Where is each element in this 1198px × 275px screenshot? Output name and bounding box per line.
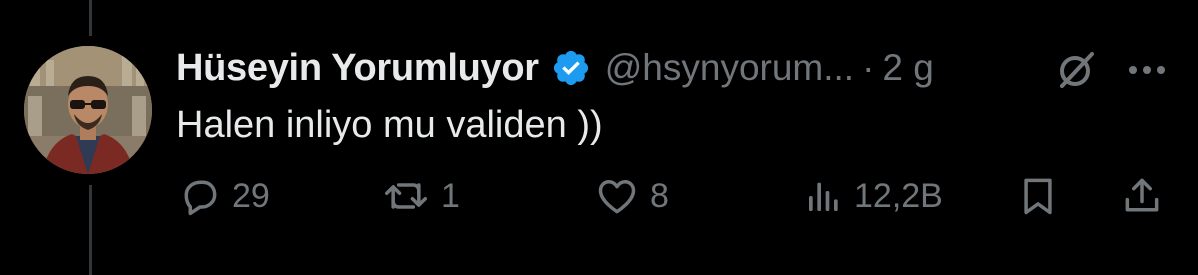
share-icon [1120,174,1164,218]
separator-dot: · [862,47,875,88]
view-count: 12,2B [854,176,943,215]
like-button[interactable]: 8 [594,172,669,220]
reply-icon [178,174,222,218]
thread-line-bottom [89,185,92,275]
reply-count: 29 [232,176,270,215]
grok-icon[interactable] [1054,48,1098,92]
author-name[interactable]: Hüseyin Yorumluyor [176,47,539,90]
share-button[interactable] [1120,172,1164,220]
bookmark-icon [1016,174,1060,218]
repost-button[interactable]: 1 [381,172,460,220]
thread-line-top [89,0,92,36]
repost-icon [381,174,431,218]
bookmark-button[interactable] [1016,172,1060,220]
heart-icon [594,174,640,218]
verified-badge-icon[interactable] [551,48,591,88]
views-button[interactable]: 12,2B [804,172,943,220]
post-time[interactable]: 2 g [882,47,933,89]
more-icon[interactable] [1124,50,1170,90]
tweet[interactable]: Hüseyin Yorumluyor @hsynyorum... · 2 g H… [0,0,1198,275]
avatar[interactable] [24,46,152,174]
tweet-header: Hüseyin Yorumluyor @hsynyorum... · 2 g [176,40,934,96]
author-handle[interactable]: @hsynyorum... [605,47,854,89]
repost-count: 1 [441,176,460,215]
tweet-text: Halen inliyo mu validen )) [176,104,603,146]
views-icon [804,174,844,218]
reply-button[interactable]: 29 [178,172,270,220]
like-count: 8 [650,176,669,215]
